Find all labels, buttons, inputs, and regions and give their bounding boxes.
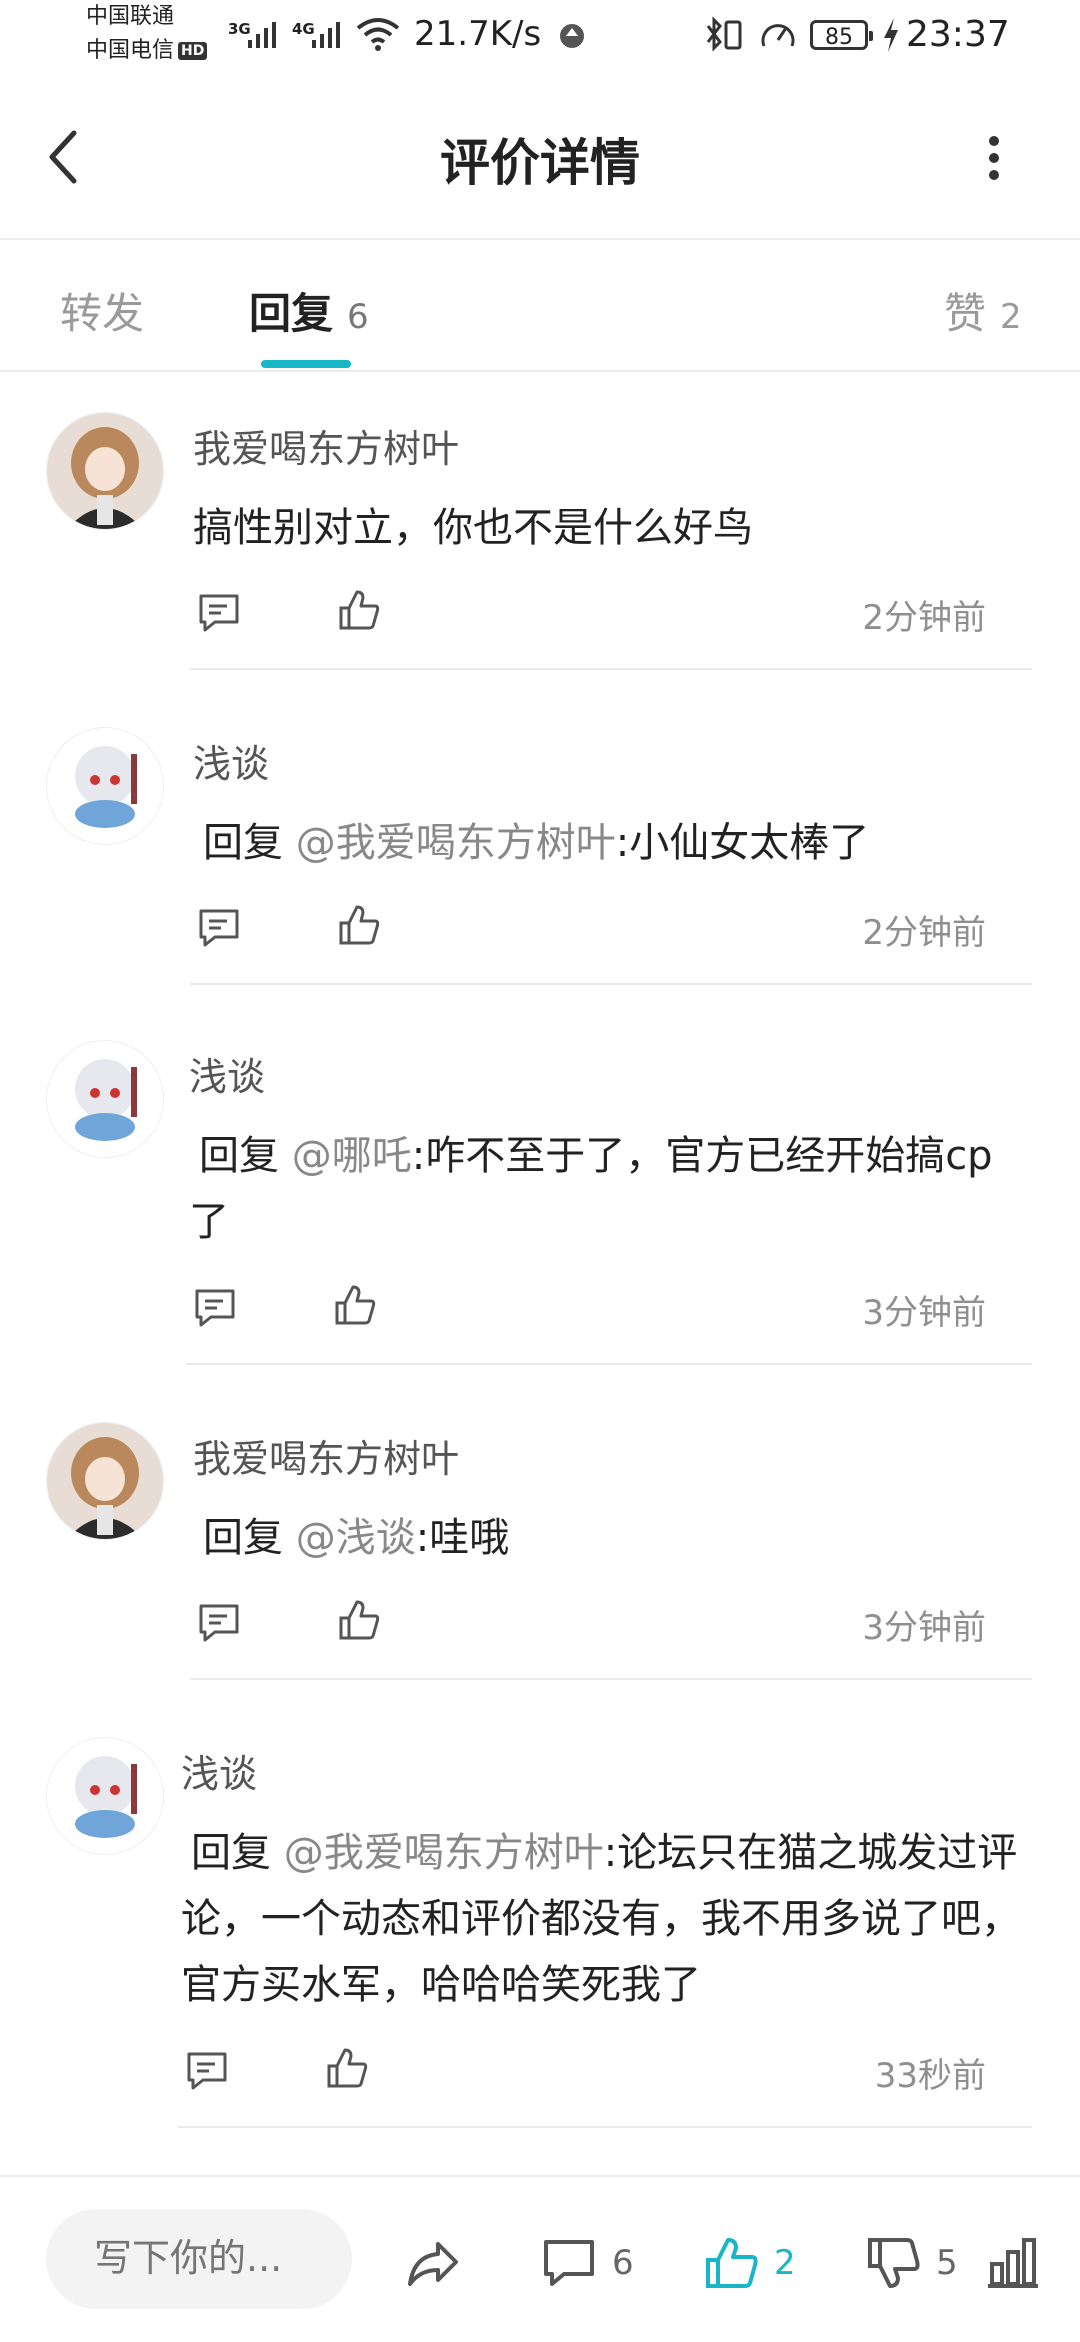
net-speed: 21.7K/s <box>414 14 542 54</box>
carrier-1: 中国联通 <box>86 4 175 29</box>
comment-username[interactable]: 我爱喝东方树叶 <box>193 1428 459 1483</box>
signal-icon <box>248 22 276 48</box>
reply-prefix: 回复 <box>203 820 296 866</box>
reply-icon[interactable] <box>197 590 241 634</box>
carrier-2: 中国电信 HD <box>86 38 208 64</box>
comment-username[interactable]: 浅谈 <box>193 733 269 788</box>
avatar[interactable] <box>46 1422 164 1540</box>
clock: 23:37 <box>906 14 1010 55</box>
tab-replies-count: 6 <box>347 297 369 337</box>
dislike-button[interactable]: 5 <box>864 2235 958 2291</box>
comment-body: 搞性别对立，你也不是什么好鸟 <box>193 505 753 551</box>
comment-text: 搞性别对立，你也不是什么好鸟 <box>193 495 1033 561</box>
compose-input[interactable] <box>92 2235 356 2281</box>
comment-body: :小仙女太棒了 <box>615 820 870 866</box>
comment-username[interactable]: 我爱喝东方树叶 <box>193 418 459 473</box>
comment-text: 回复 @哪吒:咋不至于了，官方已经开始搞cp了 <box>189 1123 1031 1255</box>
avatar[interactable] <box>46 1040 164 1158</box>
carrier-2-label: 中国电信 <box>86 38 175 63</box>
comment-time: 33秒前 <box>874 2056 986 2096</box>
reply-prefix: 回复 <box>199 1133 292 1179</box>
reply-prefix: 回复 <box>203 1515 296 1561</box>
hd-badge: HD <box>178 42 208 60</box>
avatar[interactable] <box>46 727 164 845</box>
mention-link[interactable]: @哪吒 <box>292 1133 412 1179</box>
like-icon <box>706 2238 758 2288</box>
tab-likes[interactable]: 赞2 <box>944 280 1022 341</box>
avatar[interactable] <box>46 412 164 530</box>
user-avatar-icon <box>47 728 163 844</box>
tab-bar: 转发 回复 6 赞2 <box>0 240 1080 372</box>
user-avatar-icon <box>47 1423 163 1539</box>
wifi-icon <box>356 18 400 51</box>
like-icon[interactable] <box>337 588 381 632</box>
charging-icon <box>884 18 898 52</box>
comment-text: 回复 @我爱喝东方树叶:小仙女太棒了 <box>203 810 1043 876</box>
mention-link[interactable]: @我爱喝东方树叶 <box>284 1830 604 1876</box>
dislike-count: 5 <box>936 2243 958 2283</box>
like-icon[interactable] <box>333 1283 377 1327</box>
reply-icon[interactable] <box>197 905 241 949</box>
bar-chart-icon <box>988 2238 1038 2288</box>
comment-text: 回复 @我爱喝东方树叶:论坛只在猫之城发过评论，一个动态和评价都没有，我不用多说… <box>181 1820 1031 2018</box>
compose-box[interactable] <box>46 2209 356 2309</box>
comment-text: 回复 @浅谈:哇哦 <box>203 1505 1043 1571</box>
avatar[interactable] <box>46 1737 164 1855</box>
reply-prefix: 回复 <box>191 1830 284 1876</box>
share-button[interactable] <box>404 2235 462 2291</box>
comment-username[interactable]: 浅谈 <box>189 1046 265 1101</box>
tab-forward-label: 转发 <box>60 289 145 338</box>
like-icon[interactable] <box>337 903 381 947</box>
divider <box>178 2126 1032 2128</box>
like-icon[interactable] <box>325 2046 369 2090</box>
divider <box>190 983 1032 985</box>
speedometer-icon <box>761 24 795 47</box>
comment-icon <box>544 2240 594 2286</box>
bluetooth-vibrate-icon <box>706 16 742 52</box>
mention-link[interactable]: @我爱喝东方树叶 <box>296 820 616 866</box>
signal-icon <box>312 22 340 48</box>
battery-indicator: 85 <box>810 20 873 50</box>
user-avatar-icon <box>47 413 163 529</box>
divider <box>186 1363 1032 1365</box>
more-options-icon[interactable] <box>984 133 1004 183</box>
stats-button[interactable] <box>984 2235 1042 2291</box>
divider <box>190 1678 1032 1680</box>
status-bar: 中国联通 中国电信 HD 3G 4G 21.7K/s 85 23:37 <box>0 0 1080 75</box>
active-tab-indicator <box>261 360 351 368</box>
tab-replies-label: 回复 <box>249 289 334 338</box>
comment-button[interactable]: 6 <box>540 2235 634 2291</box>
page-header: 评价详情 <box>0 75 1080 240</box>
user-avatar-icon <box>47 1738 163 1854</box>
comment-time: 2分钟前 <box>862 598 986 638</box>
comment-time: 2分钟前 <box>862 913 986 953</box>
dislike-icon <box>868 2238 920 2288</box>
like-icon[interactable] <box>337 1598 381 1642</box>
comment-time: 3分钟前 <box>862 1608 986 1648</box>
app-notification-icon <box>560 24 584 48</box>
user-avatar-icon <box>47 1041 163 1157</box>
tab-replies[interactable]: 回复 6 <box>249 280 369 341</box>
comment-username[interactable]: 浅谈 <box>181 1743 257 1798</box>
tab-likes-label: 赞 <box>944 289 987 338</box>
divider <box>190 668 1032 670</box>
bottom-action-bar: 6 2 5 <box>0 2175 1080 2342</box>
like-count: 2 <box>774 2243 796 2283</box>
reply-icon[interactable] <box>193 1285 237 1329</box>
reply-icon[interactable] <box>197 1600 241 1644</box>
tab-forward[interactable]: 转发 <box>60 280 144 341</box>
tab-likes-count: 2 <box>1000 297 1022 337</box>
like-button[interactable]: 2 <box>702 2235 796 2291</box>
comment-body: :哇哦 <box>415 1515 510 1561</box>
mention-link[interactable]: @浅谈 <box>296 1515 416 1561</box>
comment-count: 6 <box>612 2243 634 2283</box>
page-title: 评价详情 <box>440 134 640 192</box>
share-icon <box>408 2242 458 2286</box>
comment-time: 3分钟前 <box>862 1293 986 1333</box>
reply-icon[interactable] <box>185 2048 229 2092</box>
